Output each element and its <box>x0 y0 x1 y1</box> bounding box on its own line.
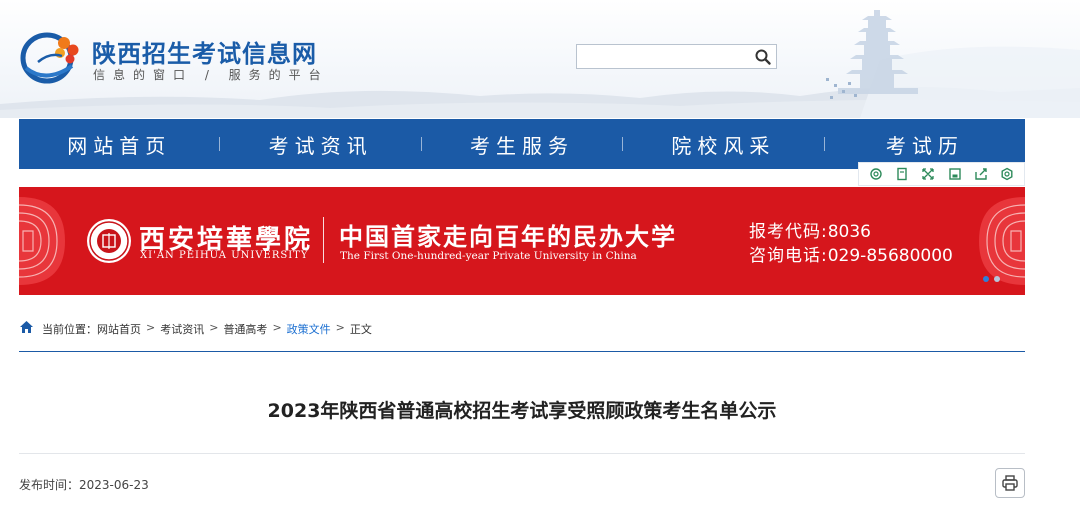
nav-item-home[interactable]: 网站首页 <box>19 130 219 159</box>
slide-dot[interactable] <box>983 276 989 282</box>
nav-item-exam-calendar[interactable]: 考试历 <box>825 130 1025 159</box>
article-title: 2023年陕西省普通高校招生考试享受照顾政策考生名单公示 <box>267 400 777 422</box>
publish-label: 发布时间： <box>19 478 80 492</box>
share-icon[interactable] <box>974 167 988 181</box>
code-label: 报考代码: <box>749 222 828 242</box>
breadcrumb-separator: > <box>272 321 282 334</box>
print-button[interactable] <box>995 468 1025 498</box>
site-header: 陕西招生考试信息网 信息的窗口 / 服务的平台 <box>0 0 1080 118</box>
university-seal-icon <box>87 219 131 263</box>
banner-contact: 报考代码: 8036 咨询电话: 029-85680000 <box>749 220 953 268</box>
search-input[interactable] <box>577 45 747 68</box>
publish-date: 2023-06-23 <box>79 478 149 492</box>
breadcrumb-separator: > <box>146 321 156 334</box>
home-icon <box>20 321 33 333</box>
fullscreen-icon[interactable] <box>921 167 935 181</box>
pagoda-illustration <box>826 10 918 99</box>
breadcrumb-home[interactable]: 网站首页 <box>97 321 141 337</box>
breadcrumb-separator: > <box>335 321 345 334</box>
breadcrumb: 当前位置： 网站首页 > 考试资讯 > 普通高考 > 政策文件 > 正文 <box>19 318 1025 352</box>
banner-slogan: 中国首家走向百年的民办大学 <box>339 222 677 251</box>
banner-slogan-english: The First One-hundred-year Private Unive… <box>340 250 637 262</box>
search-box <box>576 44 777 69</box>
breadcrumb-current: 正文 <box>349 323 372 336</box>
ad-banner[interactable]: 西安培華學院 XI'AN PEIHUA UNIVERSITY 中国首家走向百年的… <box>19 187 1025 295</box>
save-icon[interactable] <box>948 167 962 181</box>
phone-value: 029-85680000 <box>827 246 953 266</box>
bookmark-icon[interactable] <box>895 167 909 181</box>
settings-icon[interactable] <box>1000 167 1014 181</box>
lattice-ornament-right <box>979 197 1025 285</box>
code-value: 8036 <box>827 222 871 242</box>
printer-icon <box>1002 475 1018 491</box>
university-name-english: XI'AN PEIHUA UNIVERSITY <box>140 250 309 261</box>
slide-indicator <box>983 276 1000 282</box>
breadcrumb-policy-docs[interactable]: 政策文件 <box>287 321 331 337</box>
breadcrumb-prefix: 当前位置： <box>42 323 97 336</box>
publish-info: 发布时间：2023-06-23 <box>19 476 149 493</box>
slide-dot[interactable] <box>994 276 1000 282</box>
site-logo-icon[interactable] <box>20 26 82 84</box>
nav-item-college-showcase[interactable]: 院校风采 <box>623 130 823 159</box>
search-icon[interactable] <box>754 48 772 66</box>
nav-item-exam-news[interactable]: 考试资讯 <box>220 130 420 159</box>
site-slogan: 信息的窗口 / 服务的平台 <box>93 68 329 82</box>
phone-label: 咨询电话: <box>749 246 828 266</box>
site-title[interactable]: 陕西招生考试信息网 <box>92 34 317 69</box>
breadcrumb-separator: > <box>209 321 219 334</box>
breadcrumb-exam-news[interactable]: 考试资讯 <box>160 321 204 337</box>
tool-bar <box>858 162 1025 186</box>
title-divider <box>19 453 1025 454</box>
lattice-ornament-left <box>19 197 65 285</box>
refresh-icon[interactable] <box>869 167 883 181</box>
breadcrumb-gaokao[interactable]: 普通高考 <box>223 321 267 337</box>
banner-divider <box>323 217 324 263</box>
nav-item-student-service[interactable]: 考生服务 <box>422 130 622 159</box>
